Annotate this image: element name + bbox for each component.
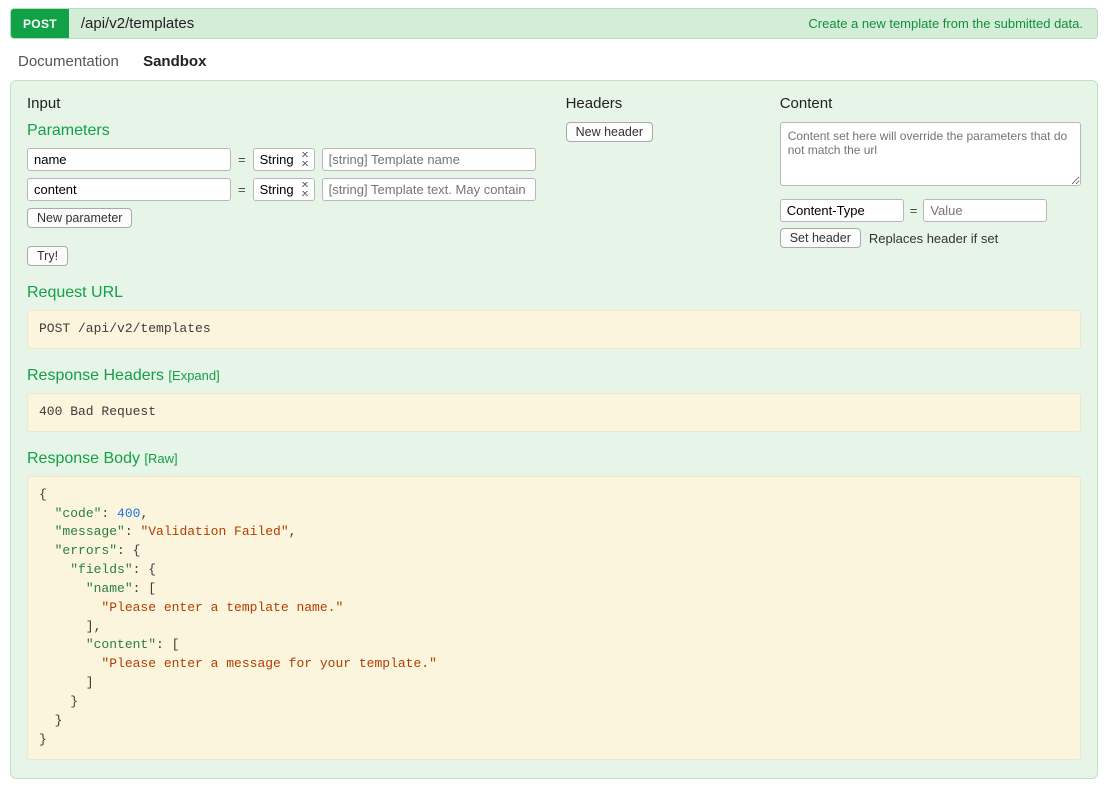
- content-header-key-input[interactable]: [780, 199, 904, 222]
- headers-title: Headers: [566, 95, 750, 112]
- param-type-select[interactable]: String: [253, 178, 315, 201]
- param-name-input[interactable]: [27, 148, 231, 171]
- param-type-select[interactable]: String: [253, 148, 315, 171]
- request-url-value: POST /api/v2/templates: [27, 310, 1081, 349]
- expand-link[interactable]: [Expand]: [168, 368, 219, 383]
- content-title: Content: [780, 95, 1081, 112]
- content-header-form: =: [780, 199, 1081, 222]
- try-button[interactable]: Try!: [27, 246, 68, 266]
- content-textarea[interactable]: [780, 122, 1081, 186]
- response-headers-value: 400 Bad Request: [27, 393, 1081, 432]
- new-header-button[interactable]: New header: [566, 122, 653, 142]
- tabs: Documentation Sandbox: [18, 53, 1092, 70]
- sandbox-panel: Input Parameters = String =: [10, 80, 1098, 779]
- set-header-hint: Replaces header if set: [869, 231, 998, 246]
- equals-sign: =: [238, 182, 246, 197]
- response-body-label: Response Body: [27, 450, 140, 467]
- param-value-input[interactable]: [322, 148, 536, 171]
- equals-sign: =: [910, 203, 918, 218]
- parameters-title: Parameters: [27, 122, 536, 140]
- response-headers-title: Response Headers [Expand]: [27, 367, 1081, 385]
- param-value-input[interactable]: [322, 178, 536, 201]
- param-row: = String: [27, 148, 536, 171]
- set-header-button[interactable]: Set header: [780, 228, 861, 248]
- tab-sandbox[interactable]: Sandbox: [143, 53, 206, 70]
- method-badge: POST: [11, 9, 69, 38]
- endpoint-summary: Create a new template from the submitted…: [794, 9, 1097, 38]
- response-headers-label: Response Headers: [27, 367, 164, 384]
- tab-documentation[interactable]: Documentation: [18, 53, 119, 70]
- endpoint-header[interactable]: POST /api/v2/templates Create a new temp…: [10, 8, 1098, 39]
- content-header-value-input[interactable]: [923, 199, 1047, 222]
- equals-sign: =: [238, 152, 246, 167]
- response-body-json: { "code": 400, "message": "Validation Fa…: [27, 476, 1081, 760]
- request-url-title: Request URL: [27, 284, 1081, 302]
- new-parameter-button[interactable]: New parameter: [27, 208, 132, 228]
- endpoint-path: /api/v2/templates: [69, 9, 795, 38]
- param-row: = String: [27, 178, 536, 201]
- input-title: Input: [27, 95, 536, 112]
- raw-link[interactable]: [Raw]: [144, 451, 177, 466]
- param-name-input[interactable]: [27, 178, 231, 201]
- response-body-title: Response Body [Raw]: [27, 450, 1081, 468]
